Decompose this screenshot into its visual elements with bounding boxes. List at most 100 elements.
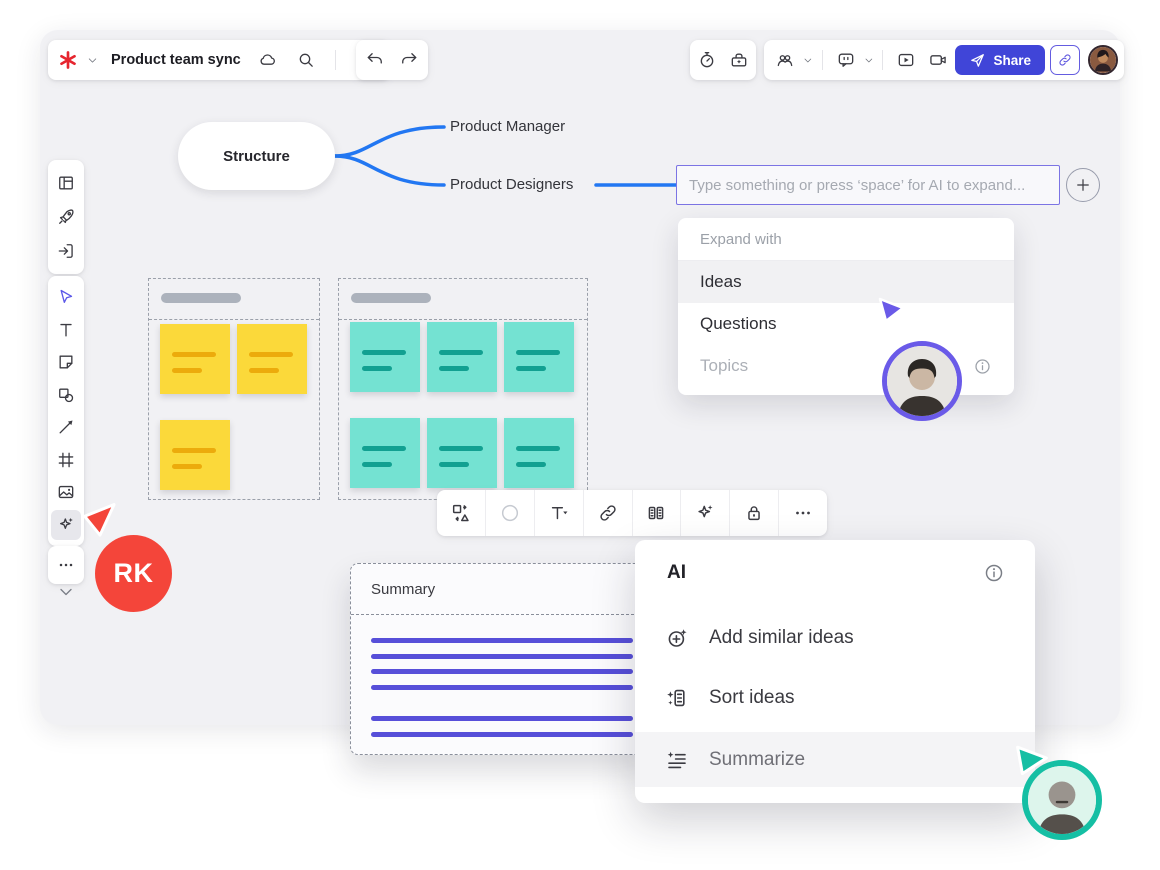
board-window: Product team sync [40,30,1120,725]
timer-button[interactable] [692,45,722,75]
sidebar-tool-image[interactable] [51,477,81,507]
summary-text-line [371,732,633,737]
sticky-note[interactable] [427,322,497,392]
miro-logo-icon[interactable] [58,50,78,70]
redo-button[interactable] [394,45,424,75]
avatar-photo [1028,766,1096,834]
text-style-button[interactable] [534,490,583,536]
ai-expand-input[interactable] [676,165,1060,205]
collaborators-button[interactable] [770,45,800,75]
divider [882,50,883,70]
summary-text-line [371,716,633,721]
sidebar-tool-text[interactable] [51,315,81,345]
templates-icon [56,173,76,193]
board-title[interactable]: Product team sync [107,52,245,68]
info-icon[interactable] [983,562,1005,584]
sidebar-collapse-button[interactable] [48,582,84,602]
ai-actions-button[interactable] [680,490,729,536]
summary-frame[interactable]: Summary [350,563,650,755]
present-icon [896,50,916,70]
sidebar-tool-shapes[interactable] [51,380,81,410]
link-icon [1057,52,1073,68]
board-toolbar: Product team sync [48,40,390,80]
comments-icon [836,50,856,70]
expand-menu-item-topics[interactable]: Topics [678,345,1014,387]
mindmap-branch-product-designers[interactable]: Product Designers [450,176,573,193]
toolkit-icon [729,50,749,70]
sidebar-tool-rocket[interactable] [51,202,81,232]
collaborator-badge-rk: RK [95,535,172,612]
color-circle-icon [499,502,521,524]
sticky-note[interactable] [504,322,574,392]
import-icon [56,241,76,261]
sidebar-more-button[interactable] [51,550,81,580]
chevron-down-icon[interactable] [802,54,814,67]
search-button[interactable] [291,45,321,75]
summary-frame-title: Summary [351,564,649,615]
collaborator-cursor-red [80,500,120,542]
expand-menu-item-questions[interactable]: Questions [678,303,1014,345]
ai-menu-item-sort-ideas[interactable]: Sort ideas [635,672,1035,724]
connector-icon [56,417,76,437]
chevron-down-icon[interactable] [86,54,99,67]
history-toolbar [356,40,428,80]
ai-menu-header: AI [635,540,1035,584]
divider [822,50,823,70]
info-icon[interactable] [973,357,992,376]
lock-button[interactable] [729,490,778,536]
more-dots-icon [792,502,814,524]
sidebar-tool-templates[interactable] [51,168,81,198]
sticky-note[interactable] [350,418,420,488]
sidebar-tool-select[interactable] [51,282,81,312]
undo-button[interactable] [360,45,390,75]
context-toolbar [437,490,827,536]
sticky-note[interactable] [160,420,230,490]
cloud-sync-button[interactable] [253,45,283,75]
mindmap-branch-product-manager[interactable]: Product Manager [450,118,565,135]
sticky-note[interactable] [237,324,307,394]
chevron-down-icon[interactable] [863,54,875,67]
mindmap-root-node[interactable]: Structure [178,122,335,190]
sidebar-tool-frame[interactable] [51,445,81,475]
frame-header [149,279,319,320]
switch-type-button[interactable] [437,490,485,536]
present-button[interactable] [891,45,921,75]
send-icon [969,52,986,69]
more-actions-button[interactable] [778,490,827,536]
sidebar-tool-ai[interactable] [51,510,81,540]
cards-button[interactable] [632,490,681,536]
share-button[interactable]: Share [955,45,1045,75]
ai-menu-item-add-similar-ideas[interactable]: Add similar ideas [635,612,1035,664]
expand-menu-header: Expand with [678,218,1014,261]
search-icon [296,50,316,70]
comments-button[interactable] [831,45,861,75]
avatar-photo [1090,47,1116,73]
ai-menu-item-summarize[interactable]: Summarize [635,732,1035,787]
timer-icon [697,50,717,70]
sticky-note[interactable] [160,324,230,394]
sticky-note[interactable] [504,418,574,488]
sidebar-tool-sticky-note[interactable] [51,347,81,377]
sticky-note[interactable] [427,418,497,488]
ai-menu: AI Add similar ideas Sort ideas Summariz… [635,540,1035,803]
link-icon [597,502,619,524]
more-dots-icon [56,555,76,575]
link-button[interactable] [583,490,632,536]
sticky-note-icon [56,352,76,372]
copy-link-button[interactable] [1050,45,1080,75]
user-avatar[interactable] [1088,45,1118,75]
text-style-icon [548,502,570,524]
lock-icon [743,502,765,524]
sticky-note[interactable] [350,322,420,392]
video-call-button[interactable] [923,45,953,75]
toolkit-button[interactable] [724,45,754,75]
summary-text-line [371,669,633,674]
sidebar-tool-import[interactable] [51,236,81,266]
sort-ideas-icon [665,686,689,710]
color-picker-button[interactable] [485,490,534,536]
sidebar-tool-connector[interactable] [51,412,81,442]
expand-menu-item-ideas[interactable]: Ideas [678,261,1014,303]
collaborators-icon [775,50,795,70]
collaborator-avatar-purple [882,341,962,421]
add-node-button[interactable] [1066,168,1100,202]
